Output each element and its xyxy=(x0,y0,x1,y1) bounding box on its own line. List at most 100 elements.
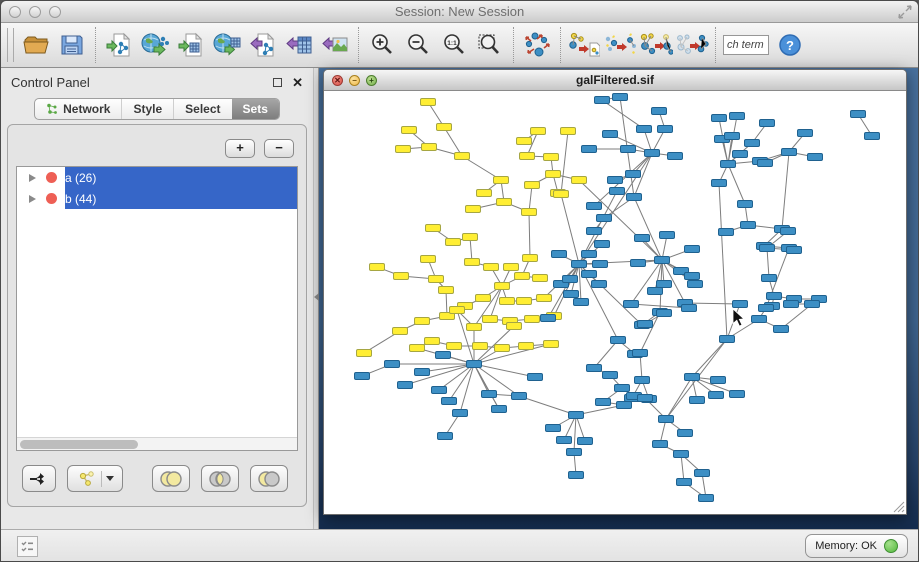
graph-edge[interactable] xyxy=(666,377,692,419)
frame-maximize-icon[interactable]: + xyxy=(366,75,377,86)
graph-node[interactable] xyxy=(798,130,813,137)
graph-node[interactable] xyxy=(653,441,668,448)
graph-node[interactable] xyxy=(473,343,488,350)
horizontal-scrollbar[interactable] xyxy=(17,437,297,450)
graph-edge[interactable] xyxy=(529,185,532,212)
graph-node[interactable] xyxy=(500,298,515,305)
network-frame-titlebar[interactable]: ✕ − + galFiltered.sif xyxy=(324,70,906,91)
graph-node[interactable] xyxy=(426,225,441,232)
zoom-out-button[interactable] xyxy=(400,27,436,63)
graph-node[interactable] xyxy=(572,261,587,268)
tab-network[interactable]: Network xyxy=(35,99,121,119)
graph-node[interactable] xyxy=(659,416,674,423)
graph-edge[interactable] xyxy=(728,164,745,204)
graph-node[interactable] xyxy=(637,126,652,133)
graph-node[interactable] xyxy=(865,133,880,140)
close-window-icon[interactable] xyxy=(9,6,21,18)
graph-node[interactable] xyxy=(725,133,740,140)
graph-node[interactable] xyxy=(554,191,569,198)
save-session-button[interactable] xyxy=(54,27,90,63)
graph-node[interactable] xyxy=(463,234,478,241)
graph-node[interactable] xyxy=(733,151,748,158)
graph-node[interactable] xyxy=(608,177,623,184)
graph-edge[interactable] xyxy=(602,100,644,129)
graph-node[interactable] xyxy=(774,326,789,333)
graph-node[interactable] xyxy=(652,108,667,115)
graph-node[interactable] xyxy=(587,203,602,210)
graph-node[interactable] xyxy=(626,171,641,178)
graph-node[interactable] xyxy=(593,261,608,268)
zoom-window-icon[interactable] xyxy=(49,6,61,18)
graph-node[interactable] xyxy=(745,140,760,147)
graph-node[interactable] xyxy=(455,153,470,160)
graph-node[interactable] xyxy=(760,245,775,252)
graph-node[interactable] xyxy=(421,256,436,263)
set-union-button[interactable] xyxy=(152,465,190,492)
graph-node[interactable] xyxy=(582,146,597,153)
graph-edge[interactable] xyxy=(767,248,769,278)
graph-node[interactable] xyxy=(507,323,522,330)
graph-node[interactable] xyxy=(668,153,683,160)
graph-node[interactable] xyxy=(520,153,535,160)
graph-node[interactable] xyxy=(627,194,642,201)
graph-node[interactable] xyxy=(415,318,430,325)
graph-node[interactable] xyxy=(574,299,589,306)
graph-node[interactable] xyxy=(355,373,370,380)
graph-node[interactable] xyxy=(357,350,372,357)
task-history-button[interactable] xyxy=(17,536,38,557)
graph-node[interactable] xyxy=(610,188,625,195)
graph-node[interactable] xyxy=(517,138,532,145)
export-network-button[interactable] xyxy=(245,27,281,63)
graph-node[interactable] xyxy=(522,209,537,216)
graph-node[interactable] xyxy=(483,316,498,323)
graph-node[interactable] xyxy=(398,382,413,389)
graph-node[interactable] xyxy=(720,336,735,343)
graph-node[interactable] xyxy=(370,264,385,271)
graph-node[interactable] xyxy=(450,307,465,314)
graph-edge[interactable] xyxy=(519,396,576,415)
graph-node[interactable] xyxy=(415,369,430,376)
split-set-button[interactable] xyxy=(22,465,56,492)
graph-node[interactable] xyxy=(578,438,593,445)
open-session-button[interactable] xyxy=(18,27,54,63)
tab-sets[interactable]: Sets xyxy=(232,99,279,119)
graph-edge[interactable] xyxy=(719,183,727,339)
graph-node[interactable] xyxy=(738,201,753,208)
graph-edge[interactable] xyxy=(449,364,474,401)
graph-node[interactable] xyxy=(467,324,482,331)
graph-node[interactable] xyxy=(685,273,700,280)
graph-node[interactable] xyxy=(525,182,540,189)
graph-edge[interactable] xyxy=(681,454,684,482)
graph-node[interactable] xyxy=(709,392,724,399)
import-table-file-button[interactable] xyxy=(173,27,209,63)
graph-node[interactable] xyxy=(467,361,482,368)
graph-node[interactable] xyxy=(595,97,610,104)
graph-node[interactable] xyxy=(439,287,454,294)
graph-node[interactable] xyxy=(531,128,546,135)
network-first-neighbors-button[interactable] xyxy=(638,27,674,63)
add-set-button[interactable]: + xyxy=(225,139,255,158)
graph-node[interactable] xyxy=(752,316,767,323)
graph-node[interactable] xyxy=(442,398,457,405)
graph-node[interactable] xyxy=(657,281,672,288)
float-panel-icon[interactable] xyxy=(273,78,282,87)
graph-node[interactable] xyxy=(784,301,799,308)
frame-minimize-icon[interactable]: − xyxy=(349,75,360,86)
graph-node[interactable] xyxy=(587,228,602,235)
set-intersection-button[interactable] xyxy=(201,465,239,492)
chevron-down-icon[interactable] xyxy=(106,476,114,481)
graph-edge[interactable] xyxy=(561,131,568,194)
network-from-selection-file-button[interactable] xyxy=(566,27,602,63)
graph-node[interactable] xyxy=(721,161,736,168)
graph-node[interactable] xyxy=(762,275,777,282)
close-panel-icon[interactable]: ✕ xyxy=(292,76,303,89)
graph-node[interactable] xyxy=(638,395,653,402)
graph-node[interactable] xyxy=(603,131,618,138)
graph-node[interactable] xyxy=(569,412,584,419)
graph-node[interactable] xyxy=(494,177,509,184)
graph-node[interactable] xyxy=(805,301,820,308)
graph-node[interactable] xyxy=(517,298,532,305)
graph-edge[interactable] xyxy=(579,264,581,302)
graph-node[interactable] xyxy=(497,199,512,206)
frame-close-icon[interactable]: ✕ xyxy=(332,75,343,86)
